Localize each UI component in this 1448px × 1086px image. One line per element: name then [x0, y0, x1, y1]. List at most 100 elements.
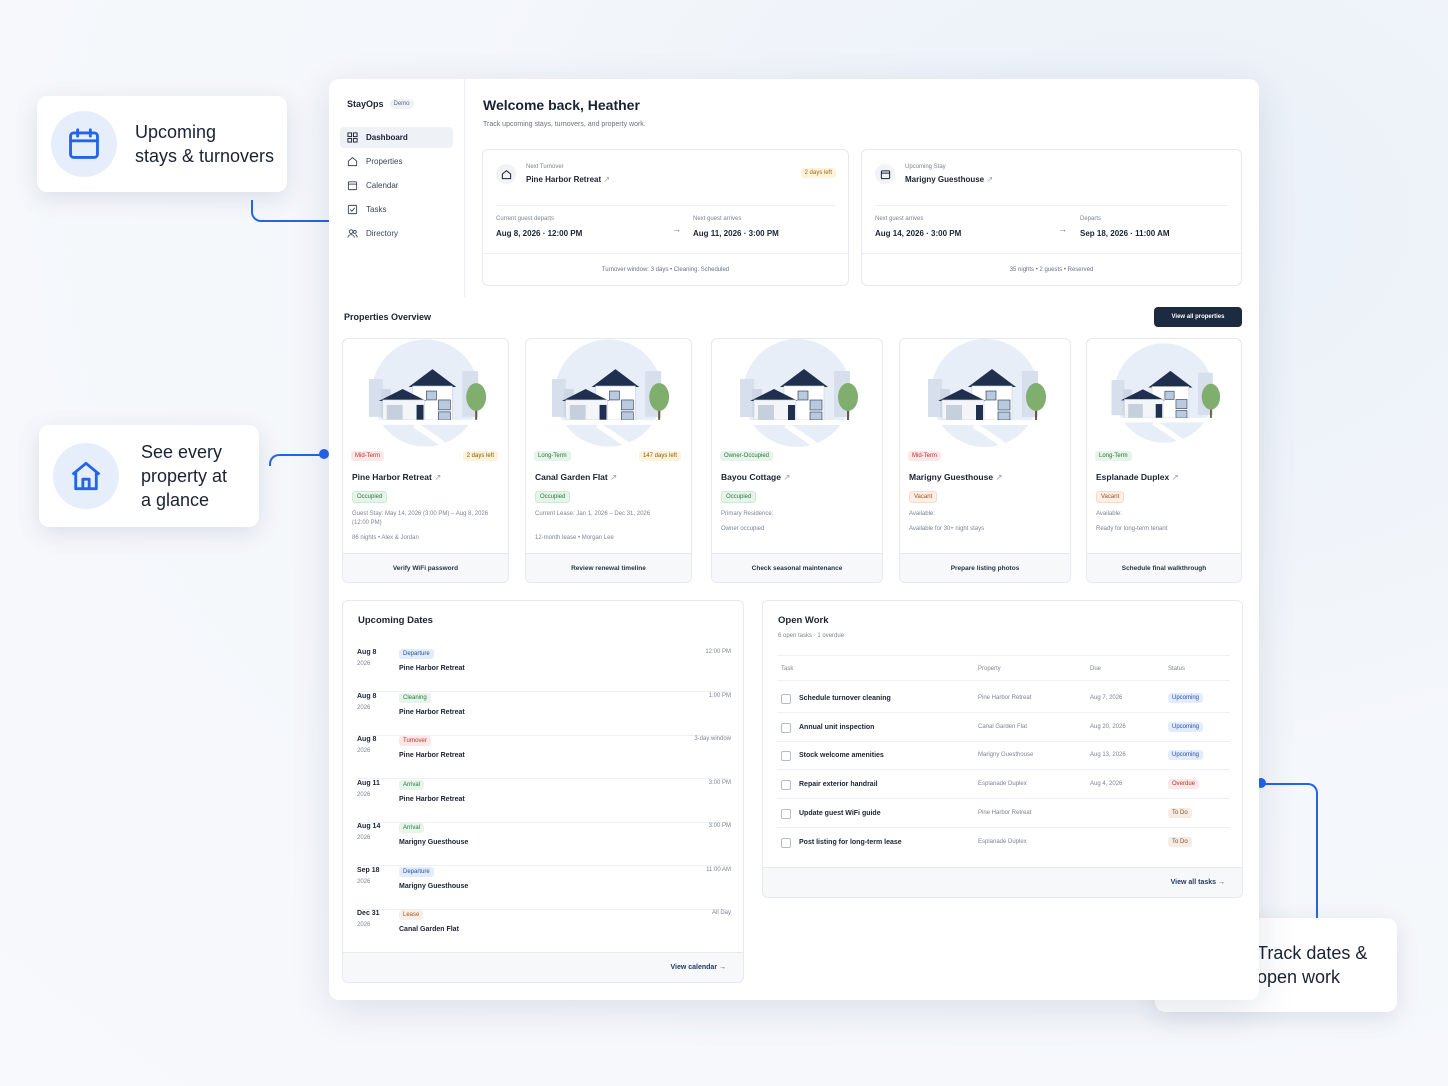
grid-icon	[347, 132, 358, 143]
task-due-date: Aug 20, 2026	[1090, 723, 1126, 730]
date-day: Aug 14	[357, 823, 381, 830]
arrives-label: Next guest arrives	[693, 216, 742, 222]
view-all-tasks-link[interactable]: View all tasks →	[763, 867, 1242, 897]
upcoming-date-row[interactable]: Aug 8 2026 Turnover Pine Harbor Retreat 3-da…	[357, 736, 731, 779]
property-detail-line: Guest Stay: May 14, 2026 (3:00 PM) – Aug…	[352, 511, 489, 526]
external-link-icon: ↗	[610, 472, 618, 482]
property-detail-line: 86 nights • Alex & Jordan	[352, 535, 419, 541]
property-card[interactable]: Long-Term Esplanade Duplex ↗ Vacant Availab…	[1086, 338, 1242, 583]
connector-properties	[269, 454, 324, 466]
property-action-button[interactable]: Schedule final walkthrough	[1087, 553, 1241, 582]
house-illustration	[736, 339, 860, 450]
property-name[interactable]: Pine Harbor Retreat ↗	[352, 472, 441, 483]
property-name[interactable]: Bayou Cottage ↗	[721, 472, 790, 483]
task-checkbox[interactable]	[781, 694, 791, 704]
task-row[interactable]: Update guest WiFi guide Pine Harbor Retre…	[777, 799, 1230, 828]
card-property-name[interactable]: Pine Harbor Retreat ↗	[526, 175, 610, 184]
property-link[interactable]: Pine Harbor Retreat	[352, 472, 432, 482]
property-image	[1095, 339, 1233, 447]
task-row[interactable]: Post listing for long-term lease Esplanad…	[777, 828, 1230, 857]
occupancy-status-badge: Occupied	[535, 491, 571, 503]
event-type-chip: Turnover	[399, 736, 431, 746]
task-checkbox[interactable]	[781, 722, 791, 733]
property-link[interactable]: Pine Harbor Retreat	[526, 175, 601, 184]
task-row[interactable]: Schedule turnover cleaning Pine Harbor Re…	[777, 684, 1230, 713]
task-status-badge: To Do	[1168, 807, 1192, 818]
property-action-button[interactable]: Check seasonal maintenance	[712, 553, 882, 582]
calendar-icon	[51, 111, 117, 177]
property-name[interactable]: Esplanade Duplex ↗	[1096, 472, 1179, 483]
property-link[interactable]: Bayou Cottage	[721, 472, 781, 482]
upcoming-date-row[interactable]: Dec 31 2026 Lease Canal Garden Flat All Day	[357, 910, 731, 953]
task-checkbox[interactable]	[781, 808, 791, 819]
task-name: Update guest WiFi guide	[799, 809, 881, 817]
property-card[interactable]: Mid-Term 2 days left Pine Harbor Retreat ↗…	[342, 338, 509, 583]
open-work-panel: Open Work 6 open tasks · 1 overdue Task …	[762, 600, 1243, 898]
sidebar-item-calendar[interactable]: Calendar	[340, 175, 453, 196]
arrives-label: Next guest arrives	[875, 216, 924, 222]
upcoming-date-row[interactable]: Aug 11 2026 Arrival Pine Harbor Retreat 3:00…	[357, 779, 731, 823]
event-time: 12:00 PM	[705, 649, 731, 655]
view-calendar-link[interactable]: View calendar →	[343, 952, 743, 982]
card-kicker: Next Turnover	[526, 164, 564, 170]
property-name[interactable]: Marigny Guesthouse ↗	[909, 472, 1003, 483]
date-year: 2026	[357, 748, 371, 754]
checklist-icon	[347, 204, 358, 215]
property-card[interactable]: Mid-Term Marigny Guesthouse ↗ Vacant Availa…	[899, 338, 1071, 583]
upcoming-date-row[interactable]: Sep 18 2026 Departure Marigny Guesthouse 11:…	[357, 866, 731, 910]
calendar-icon	[347, 181, 358, 191]
rental-type-badge: Long-Term	[534, 451, 571, 461]
upcoming-date-row[interactable]: Aug 8 2026 Cleaning Pine Harbor Retreat 1:00…	[357, 692, 731, 736]
property-card[interactable]: Long-Term 147 days left Canal Garden Flat …	[525, 338, 692, 583]
property-image	[908, 339, 1062, 450]
property-link[interactable]: Marigny Guesthouse	[909, 472, 993, 482]
property-action-button[interactable]: Review renewal timeline	[526, 553, 691, 582]
sidebar-item-label: Tasks	[366, 205, 387, 214]
property-name[interactable]: Canal Garden Flat ↗	[535, 472, 617, 483]
property-action-button[interactable]: Prepare listing photos	[900, 553, 1070, 582]
upcoming-date-row[interactable]: Aug 14 2026 Arrival Marigny Guesthouse 3:00 …	[357, 823, 731, 866]
sidebar-item-tasks[interactable]: Tasks	[340, 199, 453, 220]
task-due-date: Aug 13, 2026	[1090, 752, 1126, 759]
property-card[interactable]: Owner-Occupied Bayou Cottage ↗ Occupied Pri…	[711, 338, 883, 583]
task-checkbox[interactable]	[781, 837, 791, 848]
date-day: Sep 18	[357, 866, 380, 874]
divider	[875, 205, 1228, 206]
card-footer: 35 nights • 2 guests • Reserved	[862, 253, 1241, 285]
property-action-button[interactable]: Verify WiFi password	[343, 553, 508, 582]
house-illustration	[1107, 343, 1222, 445]
date-year: 2026	[357, 878, 371, 885]
task-row[interactable]: Annual unit inspection Canal Garden Flat A…	[777, 713, 1230, 742]
event-property: Pine Harbor Retreat	[399, 752, 465, 759]
sidebar-item-label: Calendar	[366, 181, 399, 190]
task-row[interactable]: Stock welcome amenities Marigny Guesthous…	[777, 741, 1230, 771]
property-link[interactable]: Canal Garden Flat	[535, 472, 608, 482]
card-footer: Turnover window: 3 days • Cleaning: Sche…	[483, 253, 848, 285]
property-link[interactable]: Marigny Guesthouse	[905, 175, 984, 184]
departs-label: Departs	[1080, 216, 1102, 222]
event-property: Marigny Guesthouse	[399, 839, 469, 846]
connector-dot	[319, 449, 329, 459]
view-all-properties-button[interactable]: View all properties	[1154, 307, 1242, 327]
property-link[interactable]: Esplanade Duplex	[1096, 472, 1169, 482]
task-checkbox[interactable]	[781, 751, 791, 762]
property-detail-line: 12-month lease • Morgan Lee	[535, 535, 614, 541]
sidebar-item-dashboard[interactable]: Dashboard	[340, 127, 453, 148]
task-checkbox[interactable]	[781, 780, 791, 791]
sidebar-item-properties[interactable]: Properties	[340, 151, 453, 172]
demo-badge: Demo	[389, 99, 414, 109]
upcoming-dates-panel: Upcoming Dates Aug 8 2026 Departure Pine Ha…	[342, 600, 744, 983]
task-row[interactable]: Repair exterior handrail Esplanade Duplex…	[777, 770, 1230, 800]
upcoming-date-row[interactable]: Aug 8 2026 Departure Pine Harbor Retreat 12:…	[357, 649, 731, 692]
property-image	[534, 339, 683, 450]
card-property-name[interactable]: Marigny Guesthouse ↗	[905, 175, 993, 184]
task-status-badge: Upcoming	[1168, 693, 1204, 703]
task-name: Repair exterior handrail	[799, 781, 878, 789]
event-time: 11:00 AM	[706, 866, 731, 873]
upcoming-stay-card[interactable]: Upcoming Stay Marigny Guesthouse ↗ Next …	[861, 149, 1242, 286]
date-year: 2026	[357, 922, 371, 928]
task-status-badge: Upcoming	[1168, 750, 1204, 761]
next-turnover-card[interactable]: Next Turnover Pine Harbor Retreat ↗ 2 da…	[482, 149, 849, 286]
task-name: Stock welcome amenities	[799, 752, 884, 760]
sidebar-item-directory[interactable]: Directory	[340, 223, 453, 244]
